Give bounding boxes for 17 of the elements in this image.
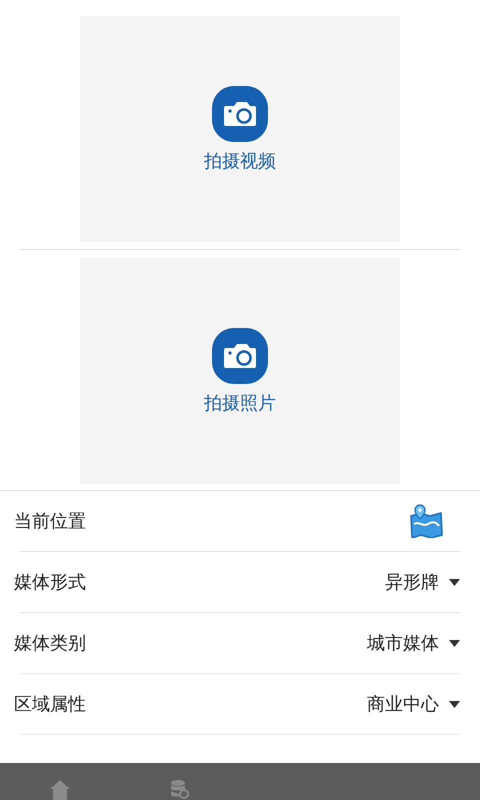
field-label: 媒体形式 [14,571,86,594]
dropdown-caret-icon[interactable] [449,700,460,708]
select-value[interactable]: 商业中心 [367,692,439,716]
map-pin-icon[interactable] [408,504,444,538]
camera-icon [211,327,269,385]
camera-icon [211,85,269,143]
field-label: 当前位置 [14,510,86,533]
field-label: 区域属性 [14,693,86,716]
dropdown-caret-icon[interactable] [449,578,460,586]
select-value[interactable]: 城市媒体 [367,631,439,655]
select-value[interactable]: 异形牌 [385,570,439,594]
capture-label: 拍摄视频 [204,150,276,173]
capture-tile[interactable]: 拍摄照片 [80,258,400,484]
field-label: 媒体类别 [14,632,86,655]
capture-tile[interactable]: 拍摄视频 [80,16,400,242]
dropdown-caret-icon[interactable] [449,640,460,646]
capture-label: 拍摄照片 [204,392,276,415]
